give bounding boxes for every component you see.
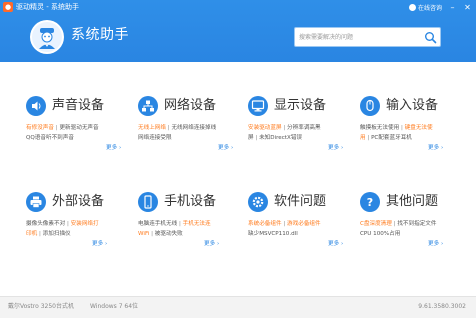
online-help-link[interactable]: 在线咨询 bbox=[408, 3, 442, 12]
problem-link[interactable]: 缺少MSVCP110.dll bbox=[248, 231, 298, 237]
problem-link[interactable]: 手机无法连 bbox=[183, 221, 211, 227]
problem-link[interactable]: 分辨率调高黑 bbox=[287, 125, 321, 131]
problem-link[interactable]: 系统必备组件 bbox=[248, 221, 282, 227]
question-icon: ? bbox=[360, 192, 380, 212]
more-link[interactable]: 更多 › bbox=[218, 143, 233, 151]
problem-link[interactable]: 电脑连手机无线 bbox=[138, 221, 177, 227]
monitor-icon bbox=[248, 96, 268, 116]
category-links: 安装驱动蓝屏 | 分辨率调高黑 屏 | 未知DirectX错误 bbox=[248, 125, 321, 141]
problem-link[interactable]: WiFi bbox=[138, 231, 149, 237]
assistant-logo-icon bbox=[30, 20, 64, 54]
chat-icon bbox=[408, 3, 416, 11]
category-title: 外部设备 bbox=[52, 194, 105, 209]
more-link[interactable]: 更多 › bbox=[92, 239, 107, 247]
category-external[interactable]: 外部设备 摄像头像素不对 | 安装网络打 印机 | 添加扫描仪 更多 › bbox=[26, 192, 140, 272]
online-help-label: 在线咨询 bbox=[417, 4, 442, 12]
problem-link[interactable]: CPU 100%占用 bbox=[360, 231, 400, 237]
header-banner: ● 驱动精灵 - 系统助手 在线咨询 – ✕ 系统助手 bbox=[0, 0, 476, 62]
gear-icon bbox=[248, 192, 268, 212]
problem-link[interactable]: 安装驱动蓝屏 bbox=[248, 125, 282, 131]
minimize-icon[interactable]: – bbox=[448, 3, 457, 12]
title-bar: ● 驱动精灵 - 系统助手 在线咨询 – ✕ bbox=[0, 0, 476, 14]
category-links: 电脑连手机无线 | 手机无法连 WiFi | 被驱动失败 bbox=[138, 221, 211, 237]
problem-link[interactable]: 找不到指定文件 bbox=[397, 221, 436, 227]
page-title: 系统助手 bbox=[71, 27, 129, 43]
app-logo-icon: ● bbox=[3, 2, 13, 12]
printer-icon bbox=[26, 192, 46, 212]
svg-text:?: ? bbox=[367, 196, 373, 209]
problem-link[interactable]: 无线网络连接掉线 bbox=[171, 125, 216, 131]
problem-link[interactable]: 未知DirectX错误 bbox=[259, 135, 302, 141]
category-title: 声音设备 bbox=[52, 98, 105, 113]
more-link[interactable]: 更多 › bbox=[328, 143, 343, 151]
problem-link[interactable]: C盘深度清理 bbox=[360, 221, 392, 227]
problem-link[interactable]: 键盘无法使 bbox=[405, 125, 433, 131]
problem-link[interactable]: 触摸板无法使用 bbox=[360, 125, 399, 131]
problem-link[interactable]: QQ语音听不到声音 bbox=[26, 135, 74, 141]
category-software[interactable]: 软件问题 系统必备组件 | 游戏必备组件 缺少MSVCP110.dll 更多 › bbox=[248, 192, 362, 272]
category-title: 网络设备 bbox=[164, 98, 217, 113]
more-link[interactable]: 更多 › bbox=[428, 239, 443, 247]
category-phone[interactable]: 手机设备 电脑连手机无线 | 手机无法连 WiFi | 被驱动失败 更多 › bbox=[138, 192, 252, 272]
category-network[interactable]: 网络设备 无线上网络 | 无线网络连接掉线 网络连接受限 更多 › bbox=[138, 96, 252, 176]
titlebar-controls: 在线咨询 – ✕ bbox=[408, 2, 472, 12]
system-model: 戴尔Vostro 3250台式机 bbox=[8, 303, 74, 310]
search-input[interactable] bbox=[299, 31, 419, 44]
problem-link[interactable]: 有修没声音 bbox=[26, 125, 54, 131]
problem-link[interactable]: 摄像头像素不对 bbox=[26, 221, 65, 227]
category-links: C盘深度清理 | 找不到指定文件 CPU 100%占用 bbox=[360, 221, 437, 237]
category-links: 摄像头像素不对 | 安装网络打 印机 | 添加扫描仪 bbox=[26, 221, 99, 237]
mouse-icon bbox=[360, 96, 380, 116]
category-title: 输入设备 bbox=[386, 98, 439, 113]
category-links: 触摸板无法使用 | 键盘无法使 用 | PC配套蓝牙耳机 bbox=[360, 125, 433, 141]
close-icon[interactable]: ✕ bbox=[463, 3, 472, 12]
category-other[interactable]: ? 其他问题 C盘深度清理 | 找不到指定文件 CPU 100%占用 更多 › bbox=[360, 192, 474, 272]
category-display[interactable]: 显示设备 安装驱动蓝屏 | 分辨率调高黑 屏 | 未知DirectX错误 更多 … bbox=[248, 96, 362, 176]
os-version: Windows 7 64位 bbox=[90, 303, 139, 310]
app-version: 9.61.3580.3002 bbox=[418, 303, 466, 310]
more-link[interactable]: 更多 › bbox=[428, 143, 443, 151]
problem-link[interactable]: 添加扫描仪 bbox=[43, 231, 71, 237]
problem-link[interactable]: 安装网络打 bbox=[71, 221, 99, 227]
more-link[interactable]: 更多 › bbox=[106, 143, 121, 151]
category-links: 无线上网络 | 无线网络连接掉线 网络连接受限 bbox=[138, 125, 217, 141]
search-icon[interactable] bbox=[424, 31, 437, 44]
category-input[interactable]: 输入设备 触摸板无法使用 | 键盘无法使 用 | PC配套蓝牙耳机 更多 › bbox=[360, 96, 474, 176]
problem-link[interactable]: 无线上网络 bbox=[138, 125, 166, 131]
category-title: 手机设备 bbox=[164, 194, 217, 209]
search-box bbox=[294, 27, 441, 47]
problem-link[interactable]: PC配套蓝牙耳机 bbox=[371, 135, 412, 141]
category-links: 系统必备组件 | 游戏必备组件 缺少MSVCP110.dll bbox=[248, 221, 321, 237]
category-title: 显示设备 bbox=[274, 98, 327, 113]
problem-link[interactable]: 游戏必备组件 bbox=[287, 221, 321, 227]
category-links: 有修没声音 | 更新驱动无声音 QQ语音听不到声音 bbox=[26, 125, 99, 141]
status-bar: 戴尔Vostro 3250台式机 Windows 7 64位 9.61.3580… bbox=[0, 296, 476, 318]
network-icon bbox=[138, 96, 158, 116]
more-link[interactable]: 更多 › bbox=[204, 239, 219, 247]
problem-link[interactable]: 更新驱动无声音 bbox=[59, 125, 98, 131]
phone-icon bbox=[138, 192, 158, 212]
problem-link[interactable]: 印机 bbox=[26, 231, 37, 237]
problem-link[interactable]: 被驱动失败 bbox=[155, 231, 183, 237]
speaker-icon bbox=[26, 96, 46, 116]
category-title: 其他问题 bbox=[386, 194, 439, 209]
problem-link[interactable]: 网络连接受限 bbox=[138, 135, 172, 141]
window-title: 驱动精灵 - 系统助手 bbox=[16, 3, 79, 11]
category-sound[interactable]: 声音设备 有修没声音 | 更新驱动无声音 QQ语音听不到声音 更多 › bbox=[26, 96, 140, 176]
category-title: 软件问题 bbox=[274, 194, 327, 209]
more-link[interactable]: 更多 › bbox=[328, 239, 343, 247]
